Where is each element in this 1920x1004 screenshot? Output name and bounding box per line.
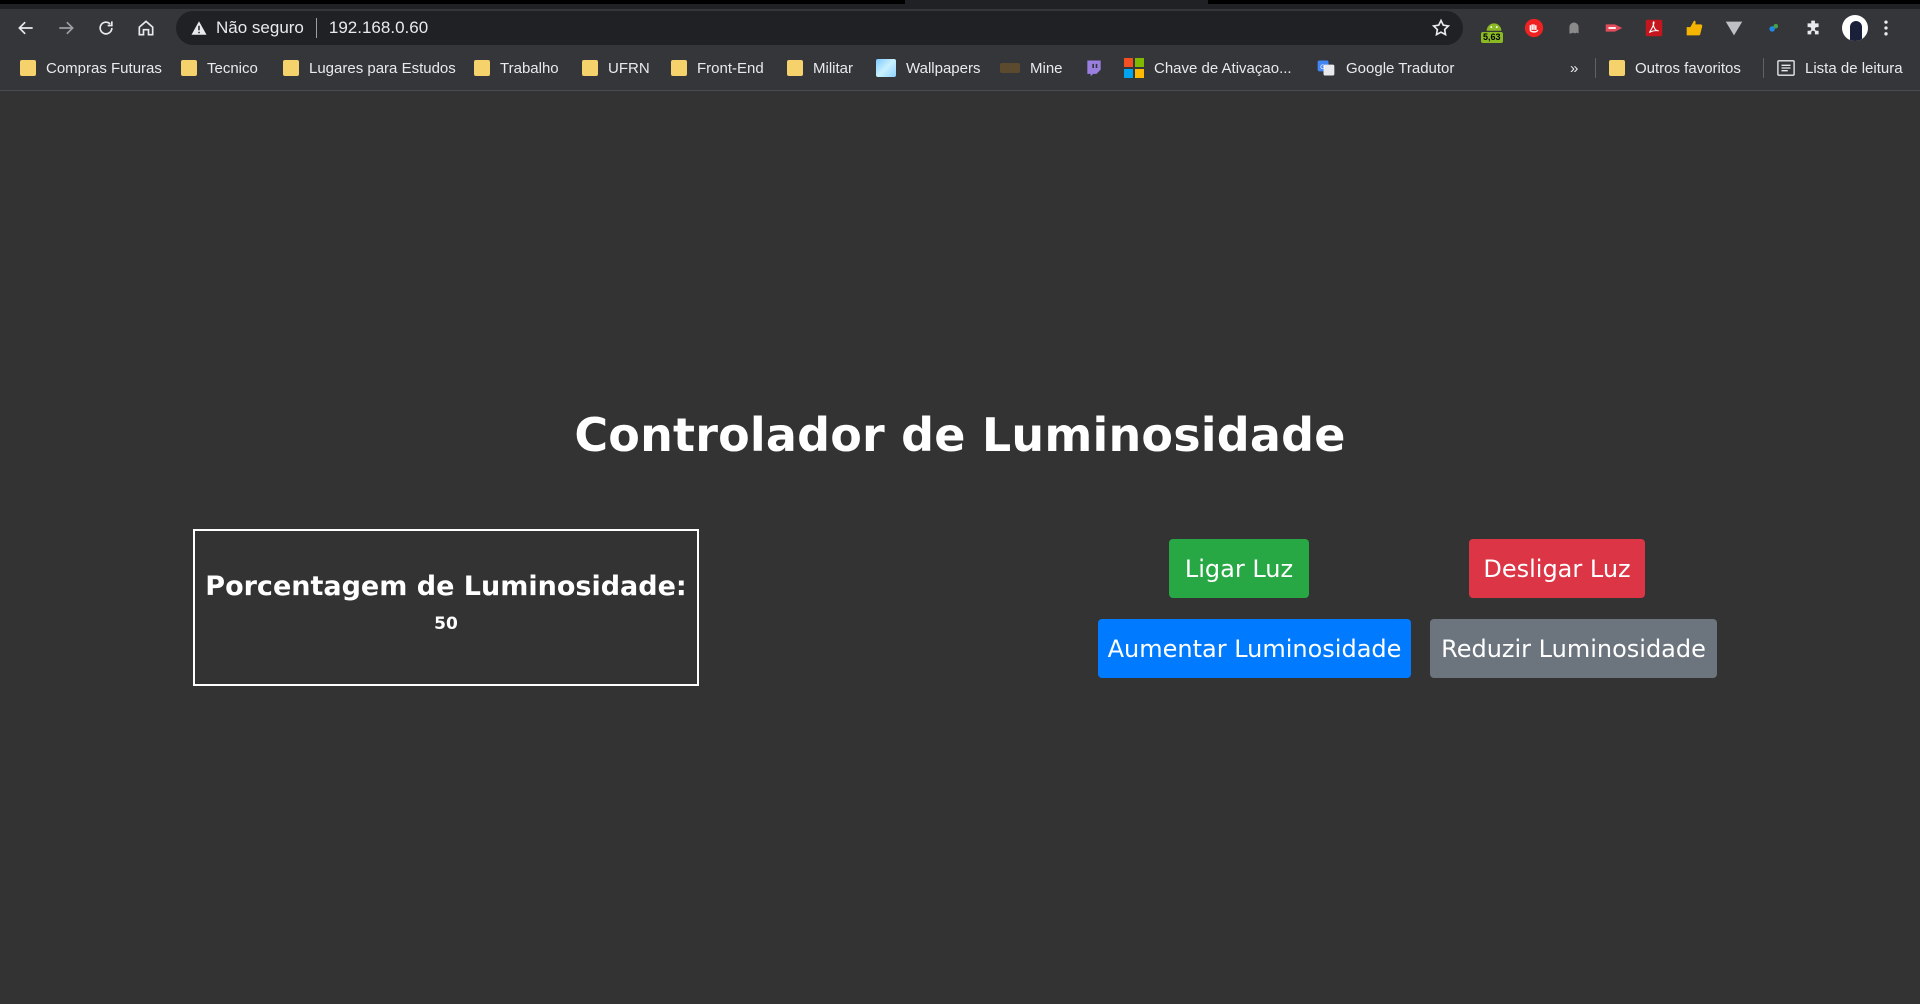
bookmark-item[interactable]: Lugares para Estudos	[283, 46, 456, 90]
overflow-label: »	[1570, 59, 1579, 77]
bookmark-item[interactable]: Wallpapers	[876, 46, 980, 90]
puzzle-icon[interactable]	[1800, 14, 1828, 42]
turn-off-button[interactable]: Desligar Luz	[1469, 539, 1645, 598]
arrow-right-icon	[59, 21, 74, 34]
cast-icon[interactable]	[1600, 14, 1628, 42]
bookmarks-overflow-button[interactable]: »	[1570, 46, 1578, 90]
bookmark-item[interactable]: UFRN	[582, 46, 650, 90]
page-title: Controlador de Luminosidade	[574, 408, 1346, 462]
security-label[interactable]: Não seguro	[216, 18, 304, 38]
back-button[interactable]	[6, 9, 46, 46]
bookmark-label: Lugares para Estudos	[309, 59, 456, 77]
reading-list-icon	[1777, 60, 1795, 76]
folder-icon	[1609, 60, 1625, 76]
adblock-icon[interactable]	[1520, 14, 1548, 42]
vpn-icon[interactable]	[1720, 14, 1748, 42]
bookmark-label: Front-End	[697, 59, 764, 77]
home-icon	[138, 19, 154, 35]
folder-icon	[181, 60, 197, 76]
folder-icon	[582, 60, 598, 76]
reload-icon	[99, 20, 113, 35]
star-icon[interactable]	[1431, 18, 1451, 38]
twitch-icon	[1087, 60, 1101, 77]
luminosity-value: 50	[434, 614, 458, 634]
translate-icon: G	[1317, 60, 1335, 76]
avatar[interactable]	[1842, 14, 1868, 41]
bookmark-item[interactable]: Chave de Ativaçao...	[1124, 46, 1292, 90]
bookmarks-divider	[1595, 58, 1596, 78]
folder-icon	[474, 60, 490, 76]
menu-button[interactable]	[1874, 9, 1898, 46]
bookmark-item[interactable]: G Google Tradutor	[1316, 46, 1454, 90]
bookmark-item[interactable]: Mine	[1000, 46, 1063, 90]
extension-badge: 5,63	[1481, 31, 1503, 43]
bookmark-label: Militar	[813, 59, 853, 77]
omnibox-divider	[315, 18, 317, 38]
browser-toolbar: Não seguro 192.168.0.60 5,63	[0, 9, 1920, 46]
arrow-left-icon	[18, 21, 33, 34]
folder-icon	[671, 60, 687, 76]
bookmarks-bar: Compras Futuras Tecnico Lugares para Est…	[0, 46, 1920, 91]
thumbs-up-icon[interactable]	[1680, 14, 1708, 42]
minecraft-icon	[1000, 63, 1020, 73]
more-vert-icon	[1884, 20, 1888, 35]
luminosity-panel: Porcentagem de Luminosidade: 50	[193, 529, 699, 686]
ghost-icon[interactable]	[1560, 14, 1588, 42]
bookmark-label: Mine	[1030, 59, 1063, 77]
bookmark-item[interactable]: Militar	[787, 46, 853, 90]
turn-on-button[interactable]: Ligar Luz	[1169, 539, 1309, 598]
bookmark-label: Wallpapers	[906, 59, 981, 77]
reload-button[interactable]	[86, 9, 126, 46]
dot-icon[interactable]	[1760, 14, 1788, 42]
bookmark-item[interactable]: Trabalho	[474, 46, 559, 90]
bookmark-item[interactable]: Front-End	[671, 46, 764, 90]
folder-icon	[283, 60, 299, 76]
bookmark-label: Compras Futuras	[46, 59, 162, 77]
folder-icon	[787, 60, 803, 76]
other-favorites[interactable]: Outros favoritos	[1609, 46, 1741, 90]
bookmarks-divider	[1763, 58, 1764, 78]
bookmark-label: Chave de Ativaçao...	[1154, 59, 1292, 77]
bookmark-label: UFRN	[608, 59, 650, 77]
luminosity-label: Porcentagem de Luminosidade:	[205, 571, 687, 602]
wallpaper-icon	[876, 59, 896, 77]
microsoft-icon	[1124, 58, 1144, 78]
pdf-icon[interactable]	[1640, 14, 1668, 42]
url-text[interactable]: 192.168.0.60	[329, 18, 428, 38]
bookmark-label: Tecnico	[207, 59, 258, 77]
extensions-area: 5,63	[1474, 9, 1898, 46]
bookmark-item[interactable]	[1084, 46, 1114, 90]
forward-button[interactable]	[46, 9, 86, 46]
folder-icon	[20, 60, 36, 76]
home-button[interactable]	[126, 9, 166, 46]
decrease-brightness-button[interactable]: Reduzir Luminosidade	[1430, 619, 1717, 678]
bookmark-label: Google Tradutor	[1346, 59, 1455, 77]
other-favorites-label: Outros favoritos	[1635, 59, 1741, 77]
bookmark-item[interactable]: Tecnico	[181, 46, 258, 90]
bookmark-item[interactable]: Compras Futuras	[20, 46, 162, 90]
svg-text:G: G	[1320, 64, 1325, 71]
warning-icon	[191, 21, 207, 35]
address-bar[interactable]: Não seguro 192.168.0.60	[176, 11, 1463, 45]
tab-strip-edge	[0, 0, 905, 4]
reading-list-label: Lista de leitura	[1805, 59, 1903, 77]
bookmark-label: Trabalho	[500, 59, 559, 77]
reading-list[interactable]: Lista de leitura	[1777, 46, 1903, 90]
android-icon[interactable]: 5,63	[1480, 14, 1508, 43]
tab-strip-edge	[1208, 0, 1920, 4]
increase-brightness-button[interactable]: Aumentar Luminosidade	[1098, 619, 1411, 678]
